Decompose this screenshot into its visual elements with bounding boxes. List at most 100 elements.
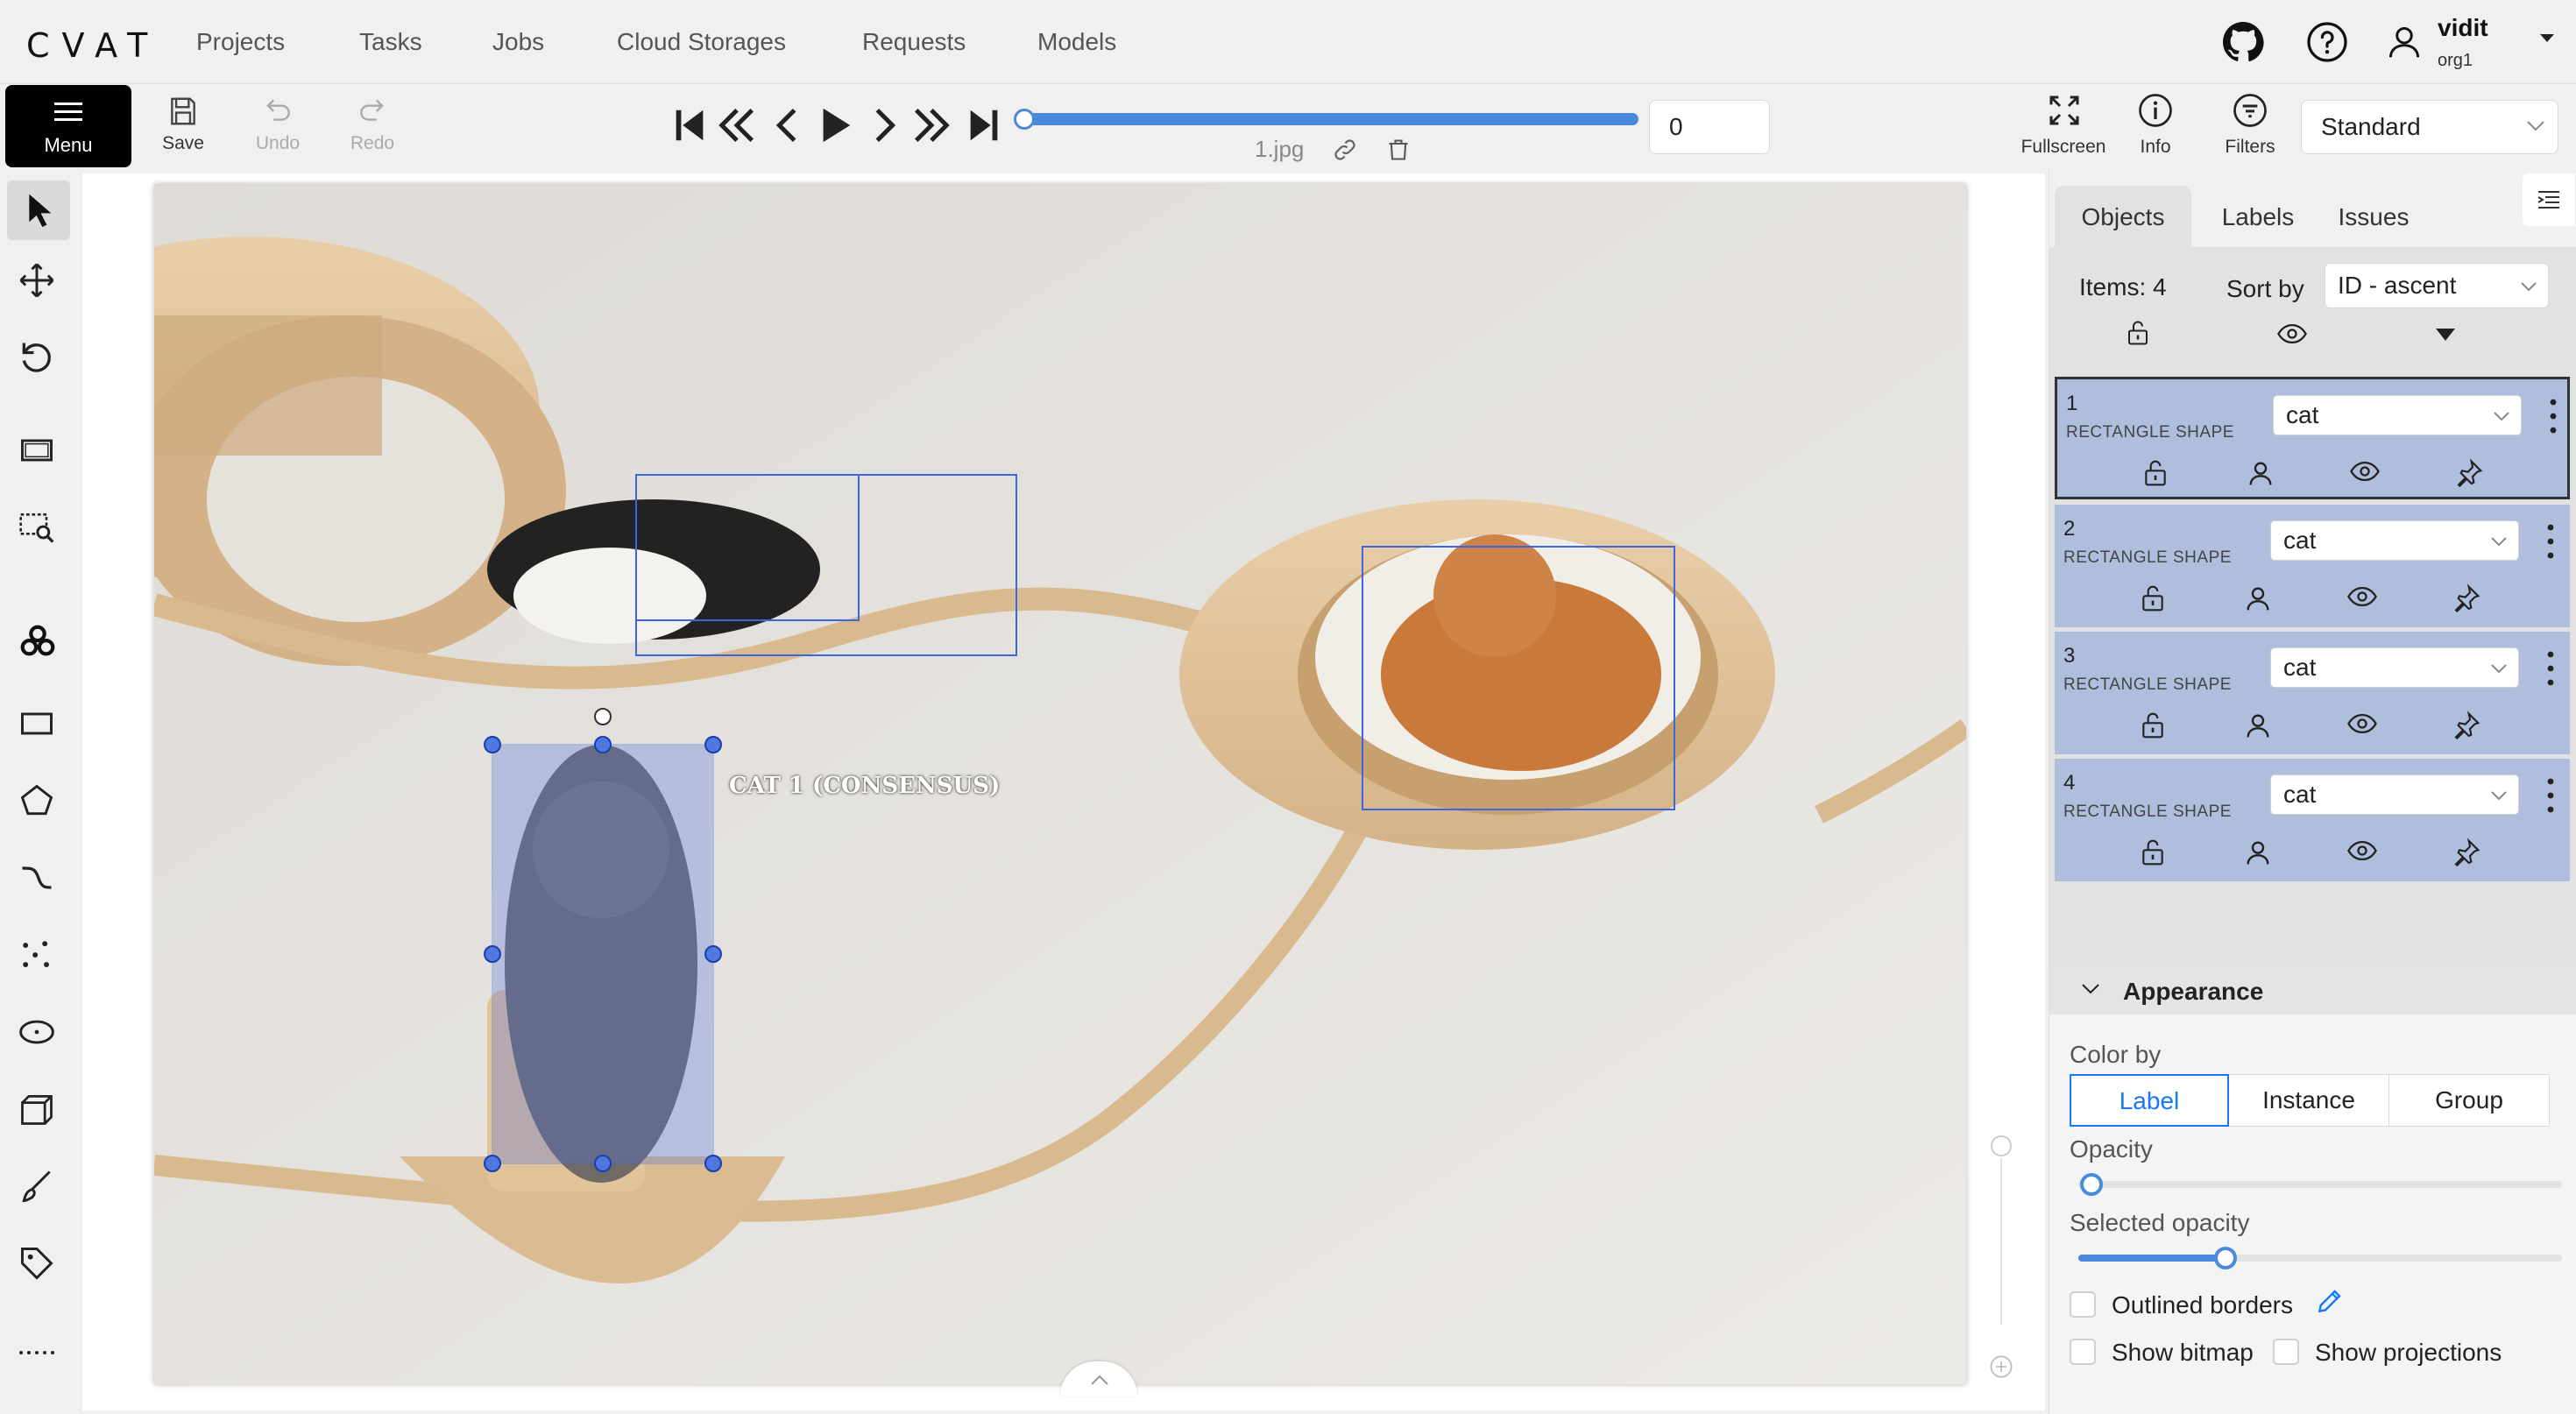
pin-icon[interactable] <box>2452 583 2482 613</box>
lock-icon[interactable] <box>2139 583 2169 613</box>
lock-all-icon[interactable] <box>2125 319 2151 347</box>
object-item[interactable]: 2 RECTANGLE SHAPE cat <box>2055 505 2570 627</box>
collapse-all-icon[interactable] <box>2435 328 2456 342</box>
opacity-slider-handle[interactable] <box>2080 1173 2103 1196</box>
annotation-image[interactable]: CAT 1 (CONSENSUS) <box>154 184 1966 1384</box>
info-button[interactable]: Info <box>2119 93 2192 163</box>
object-menu-icon[interactable] <box>2540 774 2561 817</box>
occluded-user-icon[interactable] <box>2244 838 2274 867</box>
eye-icon[interactable] <box>2350 458 2380 488</box>
nav-requests[interactable]: Requests <box>862 28 966 56</box>
help-icon[interactable] <box>2306 21 2348 63</box>
menu-button[interactable]: Menu <box>5 85 131 167</box>
object-label-select[interactable]: cat <box>2270 774 2519 815</box>
frame-number-input[interactable]: 0 <box>1649 100 1770 154</box>
pin-icon[interactable] <box>2452 711 2482 740</box>
frame-slider[interactable] <box>1023 113 1638 125</box>
zoom-slider-track[interactable] <box>2000 1158 2002 1325</box>
fullscreen-button[interactable]: Fullscreen <box>2015 93 2112 163</box>
rotation-handle[interactable] <box>594 708 612 725</box>
ai-tools[interactable] <box>18 622 60 664</box>
workspace-select[interactable]: Standard <box>2301 100 2558 154</box>
occluded-user-icon[interactable] <box>2247 458 2276 488</box>
rotate-tool[interactable] <box>18 338 60 380</box>
more-tools[interactable] <box>18 1344 60 1386</box>
color-by-instance-option[interactable]: Instance <box>2228 1074 2389 1127</box>
nav-projects[interactable]: Projects <box>196 28 285 56</box>
object-menu-icon[interactable] <box>2543 395 2564 437</box>
object-item[interactable]: 4 RECTANGLE SHAPE cat <box>2055 759 2570 881</box>
color-picker-icon[interactable] <box>2315 1288 2343 1316</box>
last-frame-button[interactable] <box>964 105 1004 145</box>
link-icon[interactable] <box>1332 137 1358 163</box>
move-tool[interactable] <box>18 261 60 303</box>
outlined-borders-checkbox[interactable] <box>2070 1291 2096 1318</box>
tab-labels[interactable]: Labels <box>2205 186 2311 249</box>
nav-jobs[interactable]: Jobs <box>492 28 544 56</box>
user-icon[interactable] <box>2385 23 2427 65</box>
lock-icon[interactable] <box>2139 838 2169 867</box>
nav-cloud-storages[interactable]: Cloud Storages <box>617 28 786 56</box>
object-item[interactable]: 1 RECTANGLE SHAPE cat <box>2055 377 2570 499</box>
appearance-header[interactable]: Appearance <box>2049 967 2576 1015</box>
lock-icon[interactable] <box>2141 458 2171 488</box>
save-button[interactable]: Save <box>144 95 223 165</box>
user-name[interactable]: vidit <box>2438 14 2488 42</box>
polygon-tool[interactable] <box>18 781 60 824</box>
object-item[interactable]: 3 RECTANGLE SHAPE cat <box>2055 632 2570 754</box>
brush-tool[interactable] <box>18 1167 60 1209</box>
occluded-user-icon[interactable] <box>2244 711 2274 740</box>
collapse-sidebar-button[interactable] <box>2523 173 2575 226</box>
points-tool[interactable] <box>18 936 60 978</box>
object-label-select[interactable]: cat <box>2270 647 2519 688</box>
object-menu-icon[interactable] <box>2540 647 2561 689</box>
eye-icon[interactable] <box>2347 583 2377 613</box>
color-by-group-option[interactable]: Group <box>2388 1074 2550 1127</box>
polyline-tool[interactable] <box>18 859 60 901</box>
cursor-tool[interactable] <box>7 180 70 240</box>
filters-button[interactable]: Filters <box>2213 93 2287 163</box>
caret-down-icon[interactable] <box>2539 33 2555 44</box>
cuboid-tool[interactable] <box>18 1090 60 1132</box>
github-icon[interactable] <box>2222 21 2264 63</box>
selected-bbox[interactable] <box>492 744 714 1164</box>
play-button[interactable] <box>815 105 855 145</box>
lock-icon[interactable] <box>2139 711 2169 740</box>
tab-issues[interactable]: Issues <box>2325 186 2423 249</box>
opacity-slider[interactable] <box>2078 1181 2562 1188</box>
frame-slider-handle[interactable] <box>1014 109 1035 130</box>
occluded-user-icon[interactable] <box>2244 583 2274 613</box>
tab-objects[interactable]: Objects <box>2055 186 2191 249</box>
object-label-select[interactable]: cat <box>2273 395 2522 435</box>
nav-tasks[interactable]: Tasks <box>359 28 422 56</box>
forward-step-button[interactable] <box>911 105 952 145</box>
eye-icon[interactable] <box>2347 711 2377 740</box>
redo-button[interactable]: Redo <box>333 95 412 165</box>
zoom-region-tool[interactable] <box>18 508 60 550</box>
fit-image-tool[interactable] <box>18 431 60 473</box>
nav-models[interactable]: Models <box>1037 28 1116 56</box>
object-menu-icon[interactable] <box>2540 520 2561 562</box>
tag-tool[interactable] <box>18 1244 60 1286</box>
show-bitmap-checkbox[interactable] <box>2070 1339 2096 1365</box>
ellipse-tool[interactable] <box>18 1013 60 1055</box>
first-frame-button[interactable] <box>669 105 710 145</box>
selected-opacity-slider-handle[interactable] <box>2214 1247 2237 1269</box>
zoom-slider-handle[interactable] <box>1991 1135 2012 1156</box>
pin-icon[interactable] <box>2452 838 2482 867</box>
cvat-logo[interactable]: CVAT <box>26 26 159 65</box>
undo-button[interactable]: Undo <box>238 95 317 165</box>
delete-frame-icon[interactable] <box>1386 137 1411 163</box>
back-step-button[interactable] <box>717 105 757 145</box>
color-by-label-option[interactable]: Label <box>2070 1074 2229 1127</box>
next-frame-button[interactable] <box>864 105 904 145</box>
eye-all-icon[interactable] <box>2277 322 2307 345</box>
object-label-select[interactable]: cat <box>2270 520 2519 561</box>
zoom-in-icon[interactable] <box>1989 1354 2013 1379</box>
previous-frame-button[interactable] <box>768 105 808 145</box>
rectangle-tool[interactable] <box>18 704 60 746</box>
eye-icon[interactable] <box>2347 838 2377 867</box>
sort-select[interactable]: ID - ascent <box>2325 263 2549 308</box>
pin-icon[interactable] <box>2455 458 2485 488</box>
show-projections-checkbox[interactable] <box>2273 1339 2299 1365</box>
